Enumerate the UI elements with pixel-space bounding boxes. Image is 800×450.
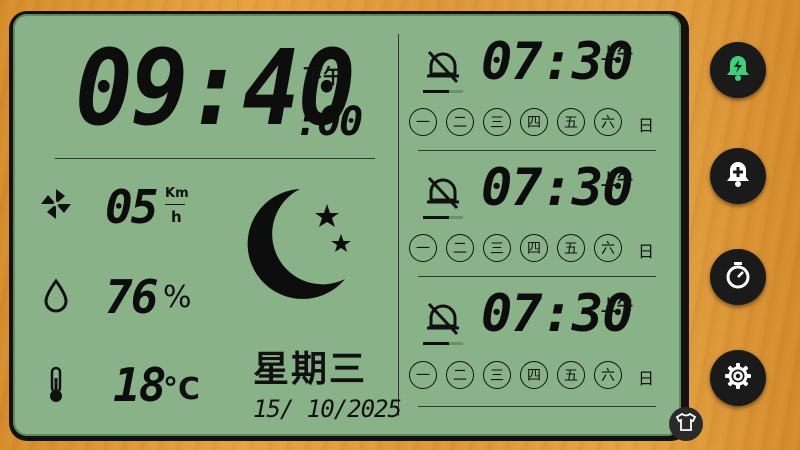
main-ampm: 下午 bbox=[303, 64, 343, 88]
wind-unit-line bbox=[165, 204, 185, 205]
date-label: 15/ 10/2025 bbox=[253, 395, 402, 423]
alarm-volume-bar bbox=[423, 342, 449, 345]
stopwatch-icon bbox=[724, 260, 752, 294]
water-drop-icon bbox=[37, 277, 75, 315]
moon-stars-icon bbox=[245, 184, 355, 308]
alarm-divider bbox=[418, 150, 656, 151]
theme-button[interactable] bbox=[669, 407, 703, 441]
alarm-off-icon[interactable] bbox=[423, 46, 463, 90]
alarm-ampm: 上午 bbox=[601, 44, 634, 63]
add-alarm-button[interactable] bbox=[710, 148, 766, 204]
clock-divider bbox=[55, 158, 375, 159]
lcd-display: 09:40 下午 :00 05 Km h 76 % 18 °C 星期三 15/ … bbox=[13, 14, 681, 436]
day-toggle-wed[interactable]: 三 bbox=[483, 361, 511, 389]
day-toggle-sat[interactable]: 六 bbox=[594, 108, 622, 136]
settings-button[interactable] bbox=[710, 350, 766, 406]
alarm-divider bbox=[418, 276, 656, 277]
day-toggle-fri[interactable]: 五 bbox=[557, 108, 585, 136]
alarm-off-icon[interactable] bbox=[423, 298, 463, 342]
gear-icon bbox=[724, 362, 752, 394]
day-toggle-tue[interactable]: 二 bbox=[446, 234, 474, 262]
bell-plus-icon bbox=[725, 160, 751, 192]
alarm-sound-button[interactable] bbox=[710, 42, 766, 98]
alarms-divider bbox=[398, 34, 399, 416]
alarm-volume-bar bbox=[423, 90, 449, 93]
day-toggle-wed[interactable]: 三 bbox=[483, 108, 511, 136]
day-toggle-sun[interactable]: 日 bbox=[638, 112, 654, 136]
day-toggle-tue[interactable]: 二 bbox=[446, 108, 474, 136]
humidity-unit: % bbox=[163, 280, 192, 315]
day-toggle-wed[interactable]: 三 bbox=[483, 234, 511, 262]
temperature-value: 18 bbox=[113, 358, 166, 412]
humidity-value: 76 bbox=[105, 270, 158, 324]
wind-unit-bottom: h bbox=[171, 208, 182, 226]
shirt-icon bbox=[675, 412, 697, 435]
day-toggle-thu[interactable]: 四 bbox=[520, 108, 548, 136]
alarm-divider bbox=[418, 406, 656, 407]
day-toggle-sun[interactable]: 日 bbox=[638, 365, 654, 389]
pinwheel-icon bbox=[37, 185, 75, 223]
timer-button[interactable] bbox=[710, 249, 766, 305]
day-toggle-sat[interactable]: 六 bbox=[594, 234, 622, 262]
weekday-label: 星期三 bbox=[253, 349, 368, 390]
day-toggle-sun[interactable]: 日 bbox=[638, 238, 654, 262]
alarm-volume-bar-rest bbox=[449, 216, 463, 219]
wind-speed-value: 05 bbox=[105, 180, 158, 234]
day-toggle-mon[interactable]: 一 bbox=[409, 361, 437, 389]
wind-unit-top: Km bbox=[165, 186, 189, 201]
alarm-ampm: 上午 bbox=[601, 170, 634, 189]
day-toggle-tue[interactable]: 二 bbox=[446, 361, 474, 389]
day-toggle-fri[interactable]: 五 bbox=[557, 361, 585, 389]
day-toggle-sat[interactable]: 六 bbox=[594, 361, 622, 389]
alarm-ampm: 上午 bbox=[601, 296, 634, 315]
alarm-volume-bar bbox=[423, 216, 449, 219]
day-toggle-thu[interactable]: 四 bbox=[520, 234, 548, 262]
bell-bolt-icon bbox=[725, 54, 751, 86]
day-toggle-mon[interactable]: 一 bbox=[409, 234, 437, 262]
alarm-volume-bar-rest bbox=[449, 342, 463, 345]
alarm-volume-bar-rest bbox=[449, 90, 463, 93]
day-toggle-mon[interactable]: 一 bbox=[409, 108, 437, 136]
thermometer-icon bbox=[37, 366, 75, 404]
alarm-off-icon[interactable] bbox=[423, 172, 463, 216]
temperature-unit: °C bbox=[163, 372, 201, 407]
day-toggle-thu[interactable]: 四 bbox=[520, 361, 548, 389]
main-seconds: :00 bbox=[295, 99, 363, 145]
day-toggle-fri[interactable]: 五 bbox=[557, 234, 585, 262]
